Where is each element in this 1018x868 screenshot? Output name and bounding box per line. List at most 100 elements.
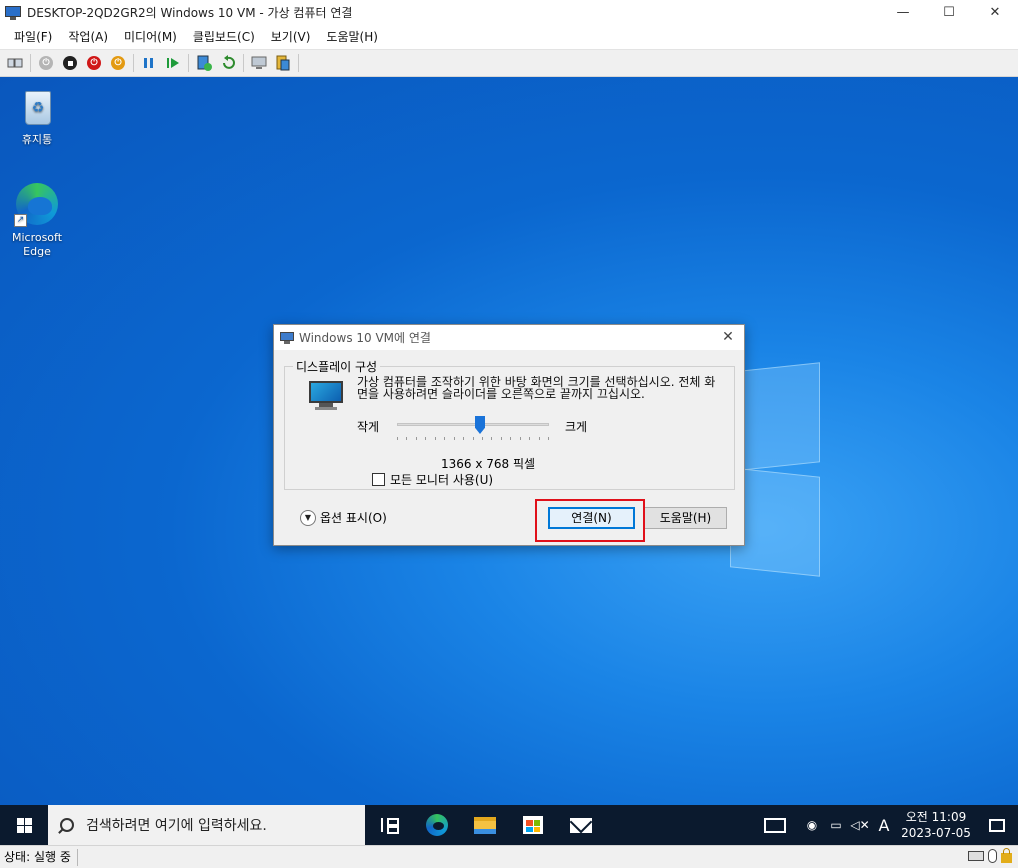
- resolution-value: 1366 x 768 픽셀: [441, 457, 536, 471]
- group-label: 디스플레이 구성: [293, 358, 381, 375]
- system-tray: ◉ ▭ ◁✕ A 오전 11:09 2023-07-05: [764, 805, 1018, 845]
- slider-small-label: 작게: [357, 420, 380, 434]
- toolbar-separator: [188, 54, 189, 72]
- toolbar-separator: [133, 54, 134, 72]
- connect-button-highlight: [535, 499, 645, 542]
- minimize-button[interactable]: —: [880, 0, 926, 25]
- taskbar-mail[interactable]: [557, 805, 605, 845]
- mail-icon: [570, 817, 592, 833]
- keyboard-icon: [968, 851, 984, 861]
- edge-icon: [426, 814, 448, 836]
- slider-tick: [444, 437, 446, 440]
- slider-tick: [491, 437, 493, 440]
- taskbar: 검색하려면 여기에 입력하세요. ◉ ▭ ◁✕ A 오전 11:09 2023-…: [0, 805, 1018, 845]
- volume-muted-icon[interactable]: ◁✕: [848, 805, 872, 845]
- menu-media[interactable]: 미디어(M): [116, 26, 185, 48]
- help-button[interactable]: 도움말(H): [644, 507, 727, 529]
- ctrl-alt-del-icon[interactable]: [5, 53, 25, 73]
- start-button[interactable]: [0, 805, 48, 845]
- window-title-bar: DESKTOP-2QD2GR2의 Windows 10 VM - 가상 컴퓨터 …: [0, 0, 1018, 25]
- clock-date: 2023-07-05: [901, 826, 971, 840]
- maximize-button[interactable]: ☐: [926, 0, 972, 25]
- slider-ticks: [397, 437, 549, 440]
- slider-tick: [538, 437, 540, 440]
- desktop-icon-microsoft-edge[interactable]: ↗ Microsoft Edge: [5, 181, 69, 259]
- slider-tick: [406, 437, 408, 440]
- connect-dialog: Windows 10 VM에 연결 ✕ 디스플레이 구성 가상 컴퓨터를 조작하…: [273, 324, 745, 546]
- clock-time: 오전 11:09: [905, 810, 967, 824]
- start-icon[interactable]: ⏻: [36, 53, 56, 73]
- monitor-icon: [309, 381, 343, 411]
- lock-icon: [1001, 848, 1012, 863]
- notification-icon: [989, 818, 1005, 832]
- all-monitors-label: 모든 모니터 사용(U): [390, 473, 494, 487]
- menu-bar: 파일(F) 작업(A) 미디어(M) 클립보드(C) 보기(V) 도움말(H): [0, 25, 1018, 49]
- all-monitors-checkbox[interactable]: [372, 473, 385, 486]
- slider-tick: [472, 437, 474, 440]
- file-explorer-icon: [474, 816, 496, 834]
- menu-action[interactable]: 작업(A): [60, 26, 116, 48]
- slider-tick: [510, 437, 512, 440]
- slider-tick: [463, 437, 465, 440]
- search-placeholder: 검색하려면 여기에 입력하세요.: [86, 818, 267, 834]
- menu-file[interactable]: 파일(F): [6, 26, 60, 48]
- taskbar-search-box[interactable]: 검색하려면 여기에 입력하세요.: [48, 805, 365, 845]
- slider-tick: [415, 437, 417, 440]
- slider-tick: [481, 437, 483, 440]
- dialog-app-icon: [280, 331, 294, 344]
- display-configuration-group: 디스플레이 구성 가상 컴퓨터를 조작하기 위한 바탕 화면의 크기를 선택하십…: [284, 358, 735, 490]
- turn-off-icon[interactable]: [60, 53, 80, 73]
- taskbar-edge[interactable]: [413, 805, 461, 845]
- taskbar-store[interactable]: [509, 805, 557, 845]
- slider-tick: [519, 437, 521, 440]
- toolbar-separator: [30, 54, 31, 72]
- resolution-slider[interactable]: [397, 416, 549, 443]
- power-icon[interactable]: ⏻: [108, 53, 128, 73]
- store-icon: [523, 816, 543, 834]
- meet-now-icon[interactable]: ◉: [800, 805, 824, 845]
- notification-button[interactable]: [976, 805, 1018, 845]
- window-title: DESKTOP-2QD2GR2의 Windows 10 VM - 가상 컴퓨터 …: [27, 6, 353, 20]
- status-bar: 상태: 실행 중: [0, 845, 1018, 868]
- slider-track: [397, 423, 549, 426]
- menu-clipboard[interactable]: 클립보드(C): [185, 26, 263, 48]
- toolbar: ⏻ ⏻ ⏻: [0, 49, 1018, 77]
- shortcut-arrow-icon: ↗: [14, 214, 27, 227]
- resume-icon[interactable]: [163, 53, 183, 73]
- windows-logo-wallpaper: [700, 327, 1018, 657]
- toolbar-separator: [243, 54, 244, 72]
- chevron-down-icon[interactable]: ▼: [300, 509, 316, 526]
- slider-tick: [529, 437, 531, 440]
- slider-tick: [425, 437, 427, 440]
- taskbar-file-explorer[interactable]: [461, 805, 509, 845]
- checkpoint-icon[interactable]: [194, 53, 214, 73]
- slider-large-label: 크게: [565, 420, 588, 434]
- ime-indicator[interactable]: A: [872, 805, 896, 845]
- revert-icon[interactable]: [218, 53, 238, 73]
- close-window-button[interactable]: ✕: [972, 0, 1018, 25]
- toolbar-separator: [298, 54, 299, 72]
- vm-connect-app-icon: [5, 5, 21, 20]
- dialog-close-button[interactable]: ✕: [720, 329, 736, 345]
- instruction-text: 가상 컴퓨터를 조작하기 위한 바탕 화면의 크기를 선택하십시오. 전체 화면…: [357, 375, 716, 401]
- task-view-button[interactable]: [365, 805, 413, 845]
- pause-icon[interactable]: [139, 53, 159, 73]
- news-widget-icon[interactable]: [764, 817, 786, 833]
- windows-logo-icon: [16, 817, 32, 833]
- shut-down-icon[interactable]: ⏻: [84, 53, 104, 73]
- network-icon[interactable]: ▭: [824, 805, 848, 845]
- slider-tick: [453, 437, 455, 440]
- show-options-label: 옵션 표시(O): [320, 511, 387, 525]
- all-monitors-option[interactable]: 모든 모니터 사용(U): [372, 471, 493, 488]
- share-icon[interactable]: [273, 53, 293, 73]
- menu-help[interactable]: 도움말(H): [318, 26, 386, 48]
- edge-label: Microsoft Edge: [11, 231, 63, 258]
- clock[interactable]: 오전 11:09 2023-07-05: [896, 809, 976, 841]
- desktop-icon-recycle-bin[interactable]: ♻ 휴지통: [5, 87, 69, 147]
- menu-view[interactable]: 보기(V): [263, 26, 319, 48]
- search-icon: [60, 818, 74, 832]
- slider-thumb[interactable]: [475, 416, 485, 434]
- enhanced-session-icon[interactable]: [249, 53, 269, 73]
- recycle-bin-label: 휴지통: [21, 133, 53, 146]
- show-options-toggle[interactable]: ▼ 옵션 표시(O): [300, 509, 387, 526]
